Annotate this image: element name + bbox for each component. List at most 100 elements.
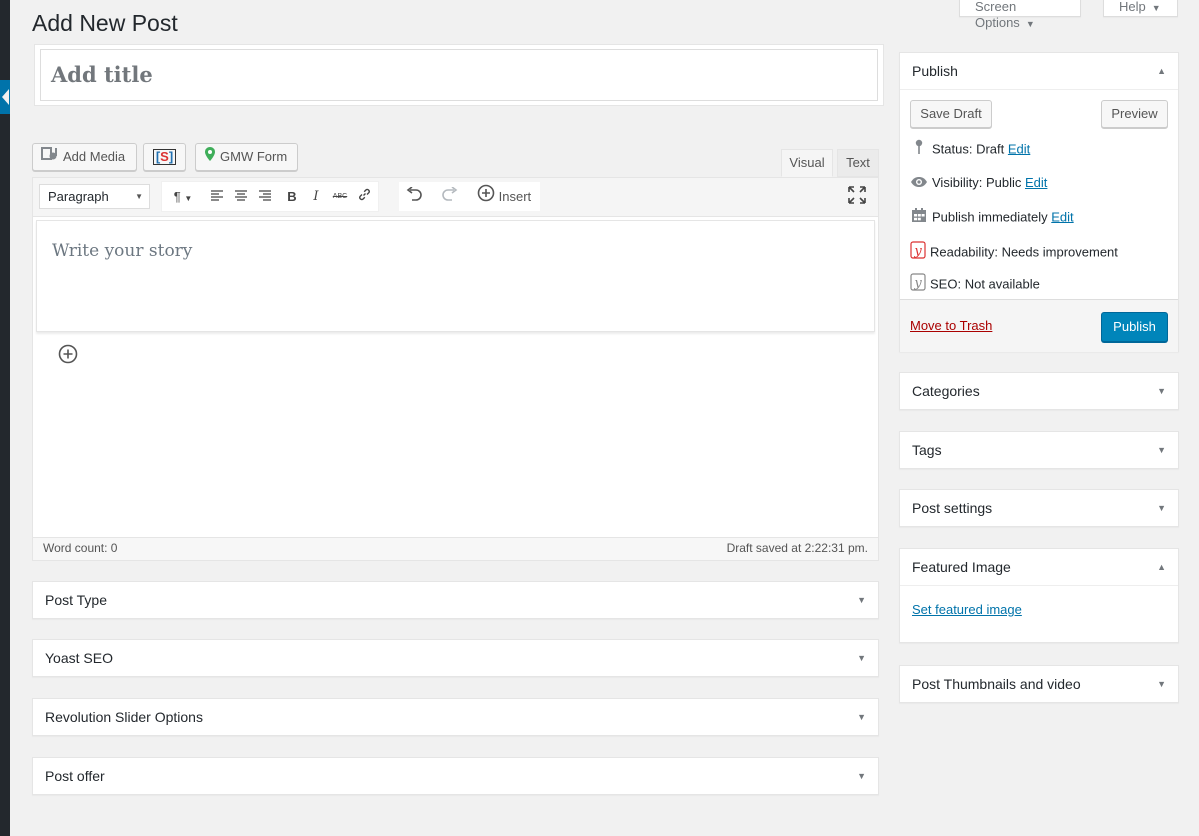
insert-button[interactable]: Insert (477, 182, 539, 211)
save-draft-button[interactable]: Save Draft (910, 100, 992, 128)
svg-text:y: y (913, 276, 922, 291)
format-select-value: Paragraph (48, 189, 109, 204)
svg-text:y: y (913, 244, 922, 259)
toggle-down-icon[interactable]: ▼ (857, 582, 866, 618)
toggle-down-icon[interactable]: ▼ (1157, 432, 1166, 468)
undo-icon[interactable] (402, 182, 426, 211)
formatting-toolbar: ¶ ▼ B I ABC (161, 181, 379, 212)
content-placeholder: Write your story (52, 241, 193, 261)
gmw-form-button[interactable]: GMW Form (195, 143, 298, 171)
move-to-trash-link[interactable]: Move to Trash (910, 318, 992, 333)
visibility-label: Visibility: (932, 175, 983, 190)
post-offer-box[interactable]: Post offer ▼ (32, 757, 879, 795)
align-center-icon[interactable] (229, 182, 253, 211)
align-right-icon[interactable] (253, 182, 277, 211)
post-type-box[interactable]: Post Type ▼ (32, 581, 879, 619)
toggle-up-icon[interactable]: ▲ (1157, 53, 1166, 89)
link-icon[interactable] (352, 182, 376, 211)
tags-box[interactable]: Tags ▼ (899, 431, 1179, 469)
add-media-button[interactable]: Add Media (32, 143, 137, 171)
toggle-down-icon[interactable]: ▼ (857, 640, 866, 676)
screen-options-button[interactable]: Screen Options ▼ (959, 0, 1081, 30)
preview-button[interactable]: Preview (1101, 100, 1168, 128)
align-left-icon[interactable] (205, 182, 229, 211)
fullscreen-icon[interactable] (848, 186, 868, 206)
paragraph-icon[interactable]: ¶ ▼ (166, 182, 200, 211)
toggle-down-icon[interactable]: ▼ (1157, 373, 1166, 409)
set-featured-image-link[interactable]: Set featured image (912, 602, 1022, 617)
divider (900, 585, 1178, 586)
help-label: Help (1119, 0, 1146, 14)
post-thumbnails-title: Post Thumbnails and video (912, 676, 1081, 692)
tab-visual[interactable]: Visual (781, 149, 833, 177)
tab-text[interactable]: Text (837, 149, 879, 177)
post-offer-title: Post offer (45, 768, 105, 784)
publish-button[interactable]: Publish (1101, 312, 1168, 342)
plus-circle-icon (477, 183, 495, 212)
editor: Paragraph ▼ ¶ ▼ B I ABC Insert Write you… (32, 177, 879, 561)
seo-value: Not available (964, 276, 1040, 292)
status-row: Status: Draft Edit (910, 139, 1030, 159)
edit-publish-date-link[interactable]: Edit (1051, 209, 1073, 224)
revolution-slider-box[interactable]: Revolution Slider Options ▼ (32, 698, 879, 736)
shortcode-icon: [S] (152, 149, 177, 165)
publish-label: Publish (932, 209, 975, 225)
editor-status-bar: Word count: 0 Draft saved at 2:22:31 pm. (33, 537, 878, 560)
revolution-slider-title: Revolution Slider Options (45, 709, 203, 725)
publish-box: Publish ▲ Save Draft Preview Status: Dra… (899, 52, 1179, 352)
help-button[interactable]: Help ▼ (1103, 0, 1178, 17)
status-value: Draft (976, 141, 1005, 157)
yoast-seo-title: Yoast SEO (45, 650, 113, 666)
insert-label: Insert (498, 189, 532, 204)
add-media-label: Add Media (63, 149, 126, 164)
content-editor[interactable]: Write your story (36, 220, 875, 332)
yoast-seo-box[interactable]: Yoast SEO ▼ (32, 639, 879, 677)
post-settings-title: Post settings (912, 500, 993, 516)
toggle-up-icon[interactable]: ▲ (1157, 549, 1166, 585)
publishing-actions: Move to Trash Publish (900, 299, 1178, 352)
caret-down-icon: ▼ (135, 192, 143, 201)
readability-label: Readability: (930, 244, 998, 260)
divider (900, 89, 1178, 90)
post-thumbnails-box[interactable]: Post Thumbnails and video ▼ (899, 665, 1179, 703)
post-type-title: Post Type (45, 592, 108, 608)
yoast-seo-icon: y (910, 273, 926, 297)
page-title: Add New Post (32, 10, 178, 36)
toggle-down-icon[interactable]: ▼ (1157, 490, 1166, 526)
toggle-down-icon[interactable]: ▼ (857, 758, 866, 794)
tags-title: Tags (912, 442, 942, 458)
calendar-icon (910, 207, 928, 229)
draft-saved-status: Draft saved at 2:22:31 pm. (726, 541, 868, 555)
title-input[interactable]: Add title (40, 49, 878, 101)
seo-row: y SEO: Not available (910, 273, 1040, 293)
caret-down-icon: ▼ (1151, 3, 1161, 13)
featured-image-title: Featured Image (912, 559, 1011, 575)
edit-visibility-link[interactable]: Edit (1025, 175, 1047, 190)
redo-icon[interactable] (438, 182, 462, 211)
screen-options-label: Screen Options (975, 0, 1020, 30)
gmw-form-label: GMW Form (220, 149, 288, 164)
word-count: Word count: 0 (43, 541, 118, 555)
strikethrough-icon[interactable]: ABC (328, 182, 352, 211)
categories-box[interactable]: Categories ▼ (899, 372, 1179, 410)
toggle-down-icon[interactable]: ▼ (1157, 666, 1166, 702)
shortcode-button[interactable]: [S] (143, 143, 186, 171)
toggle-down-icon[interactable]: ▼ (857, 699, 866, 735)
publish-value: immediately (978, 209, 1048, 225)
pin-icon (910, 139, 928, 161)
eye-icon (910, 174, 928, 194)
schedule-row: Publish immediately Edit (910, 207, 1074, 227)
map-pin-icon (204, 145, 216, 171)
title-container: Add title (34, 44, 884, 106)
current-menu-arrow (0, 80, 10, 114)
post-settings-box[interactable]: Post settings ▼ (899, 489, 1179, 527)
edit-status-link[interactable]: Edit (1008, 141, 1030, 156)
history-toolbar: Insert (398, 181, 541, 212)
media-icon (41, 145, 59, 171)
yoast-readability-icon: y (910, 241, 926, 265)
add-block-icon[interactable] (57, 343, 79, 365)
format-select[interactable]: Paragraph ▼ (39, 184, 150, 209)
italic-icon[interactable]: I (304, 182, 328, 211)
bold-icon[interactable]: B (280, 182, 304, 211)
visibility-row: Visibility: Public Edit (910, 173, 1047, 193)
